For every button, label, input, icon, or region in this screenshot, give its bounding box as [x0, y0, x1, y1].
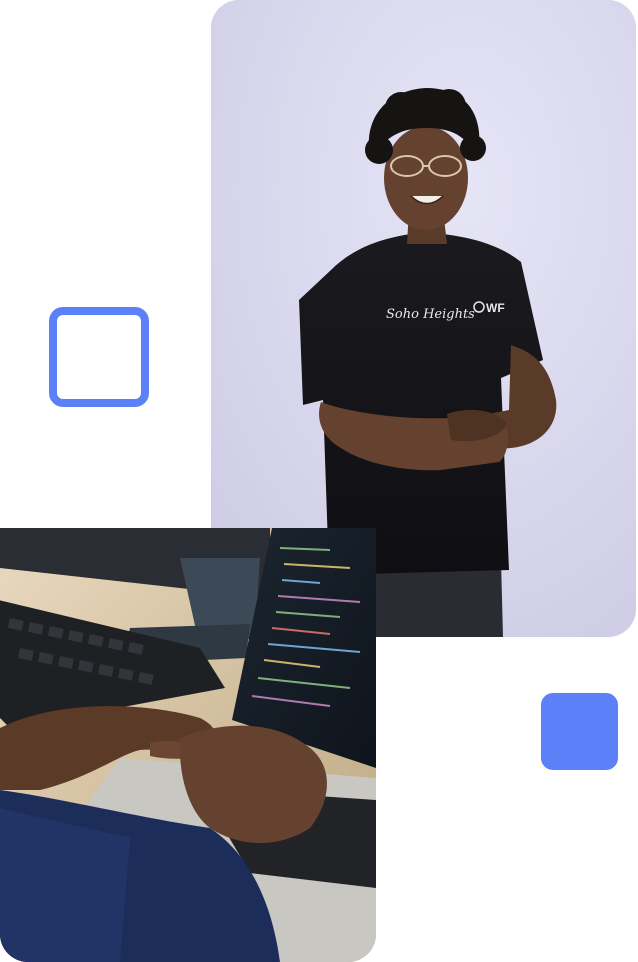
decorative-outline-square — [49, 307, 149, 407]
shirt-print-right: WF — [486, 301, 505, 315]
laptop-coding-photo — [0, 528, 376, 962]
laptop-illustration — [0, 528, 376, 962]
decorative-filled-square — [541, 693, 618, 770]
shirt-print-left: Soho Heights — [386, 307, 475, 322]
